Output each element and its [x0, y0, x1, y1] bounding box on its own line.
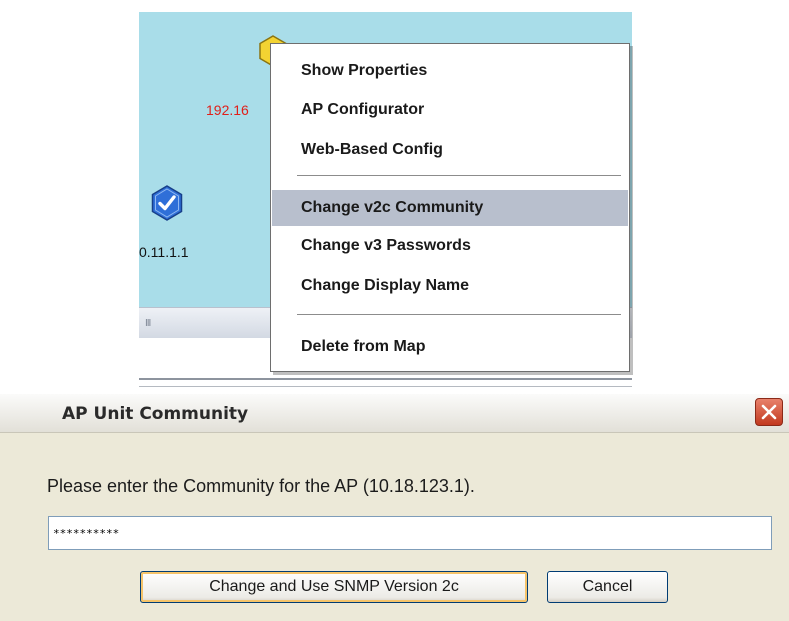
close-icon — [761, 404, 777, 420]
dialog-prompt: Please enter the Community for the AP (1… — [47, 476, 475, 496]
community-input[interactable] — [48, 516, 772, 550]
close-button[interactable] — [755, 398, 783, 426]
dialog-title: AP Unit Community — [62, 404, 249, 424]
node-label-ip: 0.11.1.1 — [139, 244, 189, 260]
node-label-partial: 192.16 — [206, 102, 249, 118]
menu-item-change-v3-passwords[interactable]: Change v3 Passwords — [272, 228, 628, 264]
context-menu: Show Properties AP Configurator Web-Base… — [270, 43, 630, 372]
cancel-button[interactable]: Cancel — [547, 571, 668, 603]
menu-separator — [297, 175, 621, 177]
community-dialog: AP Unit Community Please enter the Commu… — [0, 394, 789, 621]
menu-separator — [297, 314, 621, 316]
divider — [139, 378, 632, 387]
menu-item-change-v2c-community[interactable]: Change v2c Community — [272, 190, 628, 226]
dialog-titlebar[interactable]: AP Unit Community — [0, 394, 789, 433]
checkmark-hexagon-icon[interactable] — [151, 185, 183, 221]
menu-item-show-properties[interactable]: Show Properties — [272, 53, 628, 89]
menu-item-change-display-name[interactable]: Change Display Name — [272, 268, 628, 304]
menu-item-ap-configurator[interactable]: AP Configurator — [272, 92, 628, 128]
change-and-use-snmp-v2c-button[interactable]: Change and Use SNMP Version 2c — [140, 571, 528, 603]
scroll-grip[interactable]: III — [145, 318, 151, 329]
menu-item-web-based-config[interactable]: Web-Based Config — [272, 132, 628, 168]
menu-item-delete-from-map[interactable]: Delete from Map — [272, 329, 628, 365]
